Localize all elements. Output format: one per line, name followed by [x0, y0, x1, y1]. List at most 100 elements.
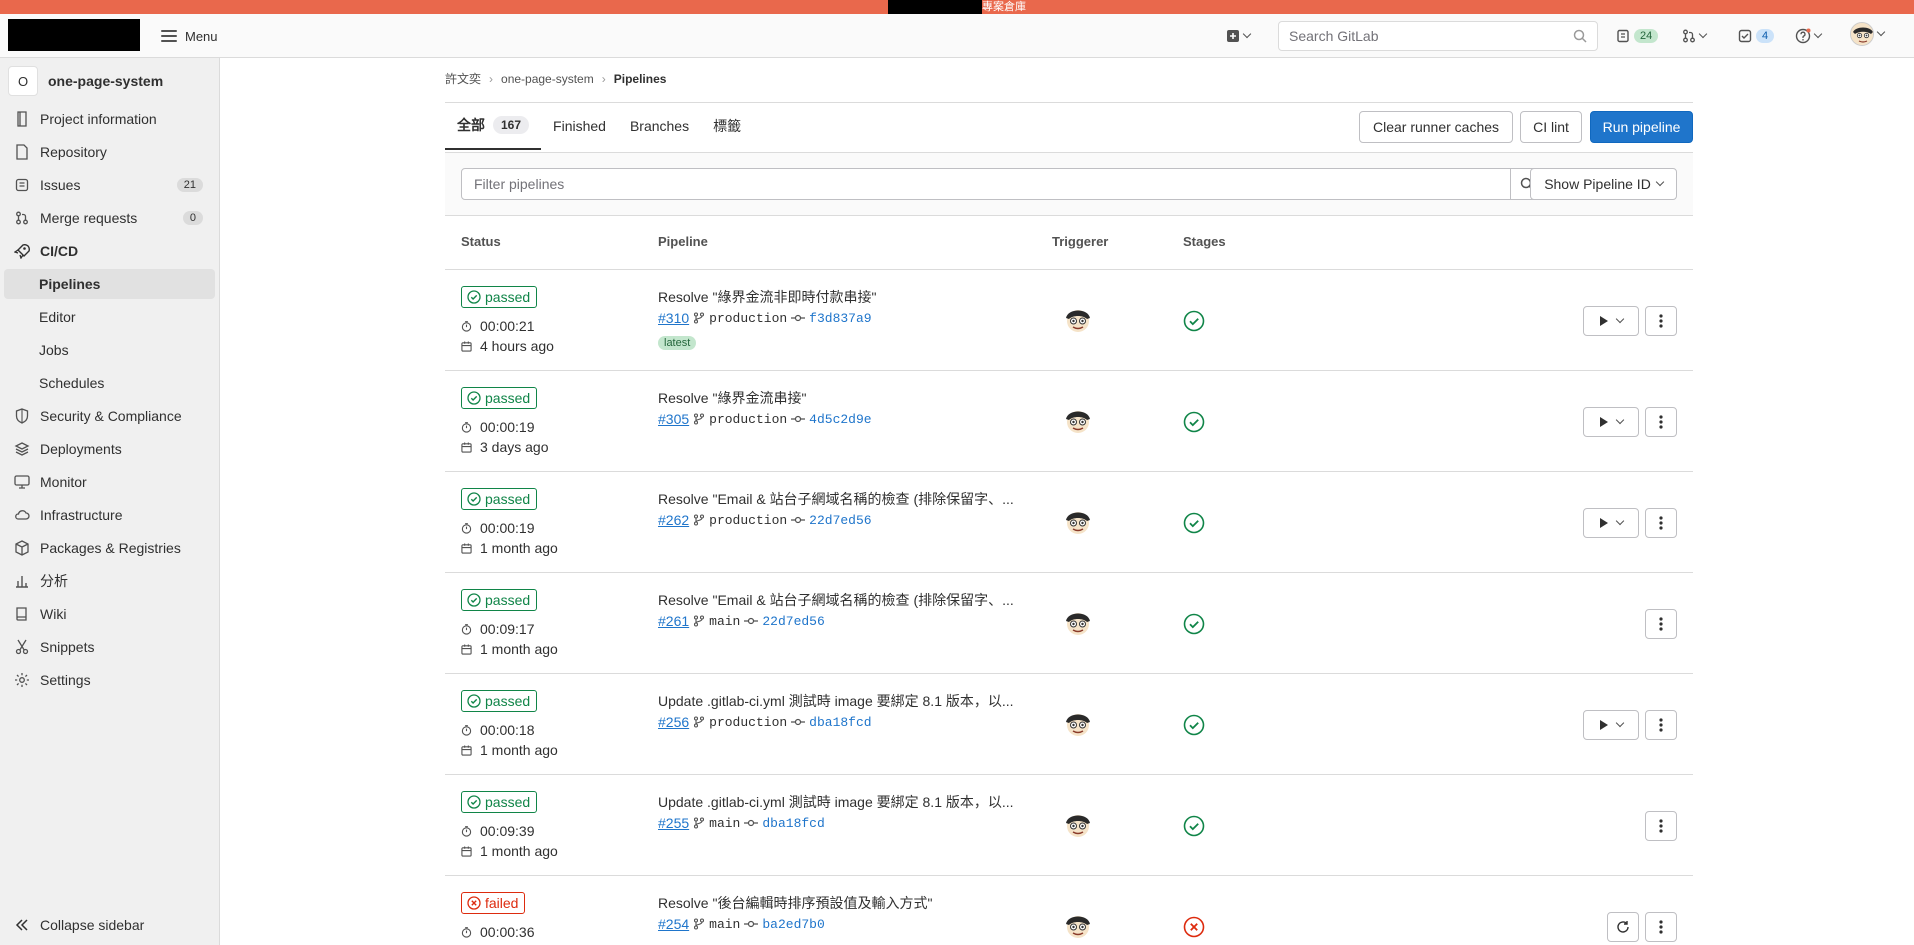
- status-badge[interactable]: passed: [461, 690, 538, 712]
- pipeline-commit-title[interactable]: Resolve "Email & 站台子網域名稱的檢查 (排除保留字、...: [658, 590, 1018, 610]
- more-actions-button[interactable]: [1645, 407, 1677, 437]
- branch-name[interactable]: production: [709, 715, 787, 730]
- commit-sha-link[interactable]: 22d7ed56: [809, 513, 871, 528]
- stage-status-icon[interactable]: [1183, 411, 1205, 436]
- triggerer-avatar[interactable]: [1062, 304, 1094, 336]
- pipeline-commit-title[interactable]: Resolve "Email & 站台子網域名稱的檢查 (排除保留字、...: [658, 489, 1018, 509]
- help-dropdown[interactable]: [1795, 26, 1823, 46]
- sidebar-item-merge-requests[interactable]: Merge requests 0: [4, 203, 215, 233]
- breadcrumb-project[interactable]: one-page-system: [501, 72, 594, 86]
- status-badge[interactable]: passed: [461, 286, 538, 308]
- clear-runner-caches-button[interactable]: Clear runner caches: [1359, 111, 1513, 143]
- sidebar-item-editor[interactable]: Editor: [4, 302, 215, 332]
- breadcrumb-owner[interactable]: 許文奕: [445, 70, 481, 87]
- tab-tags[interactable]: 標籤: [701, 102, 753, 150]
- run-manual-job-dropdown[interactable]: [1583, 710, 1639, 740]
- triggerer-avatar[interactable]: [1062, 809, 1094, 841]
- branch-name[interactable]: main: [709, 614, 740, 629]
- triggerer-avatar[interactable]: [1062, 506, 1094, 538]
- pipeline-commit-title[interactable]: Resolve "綠界金流非即時付款串接": [658, 287, 1018, 307]
- run-manual-job-dropdown[interactable]: [1583, 508, 1639, 538]
- tab-finished[interactable]: Finished: [541, 102, 618, 150]
- run-manual-job-dropdown[interactable]: [1583, 407, 1639, 437]
- sidebar-item-schedules[interactable]: Schedules: [4, 368, 215, 398]
- sidebar-project-header[interactable]: O one-page-system: [8, 66, 163, 96]
- sidebar-item-analytics[interactable]: 分析: [4, 566, 215, 596]
- collapse-sidebar-button[interactable]: Collapse sidebar: [4, 910, 215, 940]
- branch-name[interactable]: production: [709, 412, 787, 427]
- pipeline-commit-title[interactable]: Resolve "後台編輯時排序預設值及輸入方式": [658, 893, 1018, 913]
- stage-status-icon[interactable]: [1183, 613, 1205, 638]
- branch-name[interactable]: main: [709, 917, 740, 932]
- stage-status-icon[interactable]: [1183, 815, 1205, 840]
- sidebar-item-ci-cd[interactable]: CI/CD: [4, 236, 215, 266]
- sidebar-item-wiki[interactable]: Wiki: [4, 599, 215, 629]
- commit-sha-link[interactable]: 4d5c2d9e: [809, 412, 871, 427]
- filter-pipelines-box[interactable]: [461, 168, 1511, 200]
- triggerer-avatar[interactable]: [1062, 708, 1094, 740]
- pipeline-id-link[interactable]: #305: [658, 411, 689, 427]
- more-actions-button[interactable]: [1645, 508, 1677, 538]
- sidebar-item-project-information[interactable]: Project information: [4, 104, 215, 134]
- tab-branches[interactable]: Branches: [618, 102, 701, 150]
- pipeline-commit-title[interactable]: Update .gitlab-ci.yml 測試時 image 要綁定 8.1 …: [658, 691, 1018, 711]
- sidebar-item-jobs[interactable]: Jobs: [4, 335, 215, 365]
- commit-sha-link[interactable]: f3d837a9: [809, 311, 871, 326]
- sidebar-item-repository[interactable]: Repository: [4, 137, 215, 167]
- sidebar-item-issues[interactable]: Issues 21: [4, 170, 215, 200]
- branch-name[interactable]: main: [709, 816, 740, 831]
- sidebar-item-snippets[interactable]: Snippets: [4, 632, 215, 662]
- pipeline-id-link[interactable]: #256: [658, 714, 689, 730]
- commit-sha-link[interactable]: 22d7ed56: [762, 614, 824, 629]
- pipeline-id-link[interactable]: #262: [658, 512, 689, 528]
- pipeline-id-link[interactable]: #261: [658, 613, 689, 629]
- status-badge[interactable]: passed: [461, 589, 538, 611]
- branch-name[interactable]: production: [709, 311, 787, 326]
- branch-name[interactable]: production: [709, 513, 787, 528]
- pipeline-id-link[interactable]: #254: [658, 916, 689, 932]
- sidebar-item-infrastructure[interactable]: Infrastructure: [4, 500, 215, 530]
- todos-shortcut[interactable]: 4: [1738, 26, 1775, 46]
- more-actions-button[interactable]: [1645, 306, 1677, 336]
- more-actions-button[interactable]: [1645, 912, 1677, 942]
- breadcrumb-current[interactable]: Pipelines: [614, 72, 667, 86]
- sidebar-item-packages-registries[interactable]: Packages & Registries: [4, 533, 215, 563]
- more-actions-button[interactable]: [1645, 811, 1677, 841]
- stage-status-icon[interactable]: [1183, 916, 1205, 941]
- sidebar-item-monitor[interactable]: Monitor: [4, 467, 215, 497]
- search-input[interactable]: [1289, 28, 1559, 44]
- pipeline-commit-title[interactable]: Update .gitlab-ci.yml 測試時 image 要綁定 8.1 …: [658, 792, 1018, 812]
- sidebar-item-pipelines[interactable]: Pipelines: [4, 269, 215, 299]
- triggerer-avatar[interactable]: [1062, 405, 1094, 437]
- more-actions-button[interactable]: [1645, 710, 1677, 740]
- retry-button[interactable]: [1607, 912, 1639, 942]
- triggerer-avatar[interactable]: [1062, 910, 1094, 942]
- search-box[interactable]: [1278, 21, 1598, 51]
- sidebar-item-settings[interactable]: Settings: [4, 665, 215, 695]
- triggerer-avatar[interactable]: [1062, 607, 1094, 639]
- run-manual-job-dropdown[interactable]: [1583, 306, 1639, 336]
- sidebar-item-security-compliance[interactable]: Security & Compliance: [4, 401, 215, 431]
- status-badge[interactable]: failed: [461, 892, 526, 914]
- issues-shortcut[interactable]: 24: [1616, 26, 1659, 46]
- logo-redacted[interactable]: [8, 19, 140, 51]
- user-menu[interactable]: [1850, 22, 1886, 46]
- stage-status-icon[interactable]: [1183, 310, 1205, 335]
- more-actions-button[interactable]: [1645, 609, 1677, 639]
- status-badge[interactable]: passed: [461, 387, 538, 409]
- pipeline-id-link[interactable]: #310: [658, 310, 689, 326]
- status-badge[interactable]: passed: [461, 488, 538, 510]
- sidebar-item-deployments[interactable]: Deployments: [4, 434, 215, 464]
- status-badge[interactable]: passed: [461, 791, 538, 813]
- commit-sha-link[interactable]: dba18fcd: [762, 816, 824, 831]
- stage-status-icon[interactable]: [1183, 714, 1205, 739]
- tab-all[interactable]: 全部 167: [445, 102, 542, 150]
- pipeline-id-link[interactable]: #255: [658, 815, 689, 831]
- run-pipeline-button[interactable]: Run pipeline: [1590, 111, 1693, 143]
- ci-lint-button[interactable]: CI lint: [1520, 111, 1582, 143]
- commit-sha-link[interactable]: dba18fcd: [809, 715, 871, 730]
- commit-sha-link[interactable]: ba2ed7b0: [762, 917, 824, 932]
- pipeline-commit-title[interactable]: Resolve "綠界金流串接": [658, 388, 1018, 408]
- merge-requests-dropdown[interactable]: [1682, 26, 1708, 46]
- show-pipeline-id-dropdown[interactable]: Show Pipeline ID: [1530, 168, 1677, 200]
